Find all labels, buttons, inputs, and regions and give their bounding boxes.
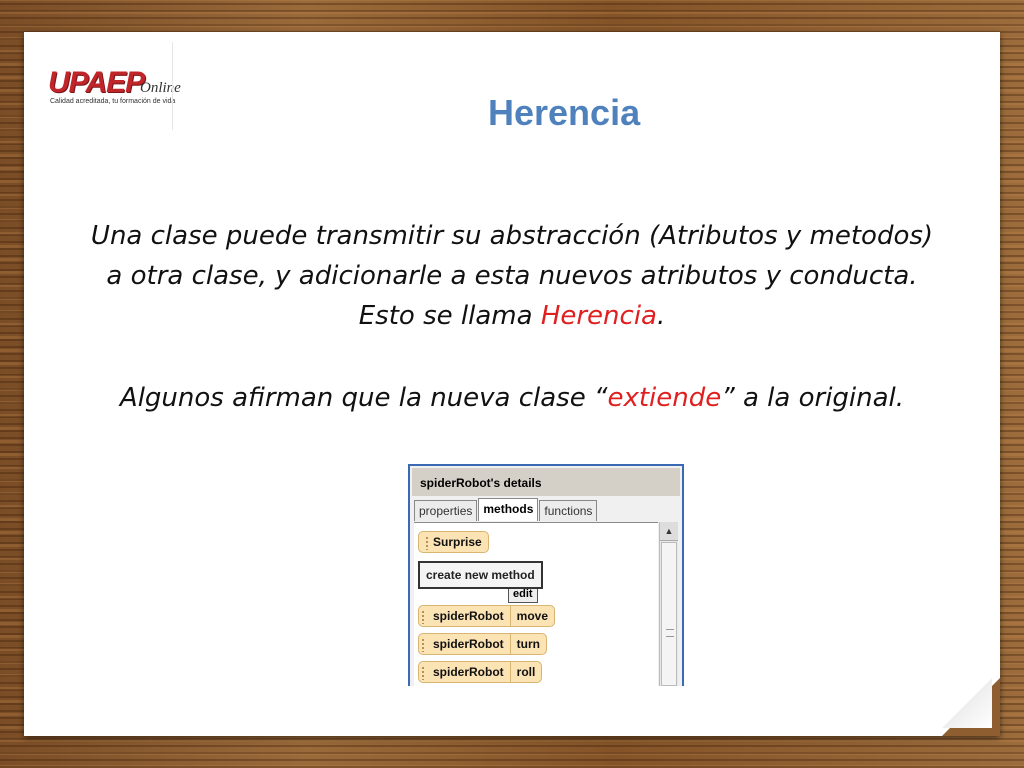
extends-end: ” a la original. [721,383,905,413]
paragraph-extends: Algunos afirman que la nueva clase “exti… [84,378,940,418]
method-name: move [516,609,549,623]
slide-title: Herencia [488,92,641,133]
method-object: spiderRobot [433,665,504,679]
details-header: spiderRobot's details [412,468,680,496]
method-tile-roll[interactable]: spiderRobot roll [418,661,543,683]
method-name: turn [516,637,540,651]
method-tile-turn[interactable]: spiderRobot turn [418,633,547,655]
logo-divider [172,42,173,130]
method-name: roll [516,665,536,679]
drag-handle-icon [421,637,425,652]
definition-highlight: Herencia [540,301,657,331]
definition-end: . [656,301,666,331]
tab-properties[interactable]: properties [414,500,478,521]
slide-body: Una clase puede transmitir su abstracció… [84,216,940,418]
upaep-logo: UPAEP Online Calidad acreditada, tu form… [48,66,198,126]
slide-paper: UPAEP Online Calidad acreditada, tu form… [24,32,1000,736]
create-new-method-button[interactable]: create new method [418,561,543,589]
methods-panel: Surprise edit create new method spiderRo… [414,522,658,686]
extends-highlight: extiende [607,383,722,413]
alice-details-screenshot: spiderRobot's details properties methods… [408,464,684,686]
definition-text: Una clase puede transmitir su abstracció… [90,221,934,331]
paragraph-definition: Una clase puede transmitir su abstracció… [84,216,940,336]
method-object: spiderRobot [433,637,504,651]
method-object: spiderRobot [433,609,504,623]
logo-tagline: Calidad acreditada, tu formación de vida [50,98,176,105]
surprise-method-tile[interactable]: Surprise [418,531,489,553]
grip-icon [666,629,674,637]
details-tabs: properties methods functions [414,498,598,522]
method-tile-move[interactable]: spiderRobot move [418,605,556,627]
tab-functions[interactable]: functions [539,500,598,521]
extends-text: Algunos afirman que la nueva clase “ [119,383,608,413]
tab-methods[interactable]: methods [478,498,539,521]
drag-handle-icon [421,609,425,624]
vertical-scrollbar[interactable]: ▲ [659,522,678,686]
logo-suffix: Online [140,80,181,96]
drag-handle-icon [421,665,425,680]
scroll-thumb[interactable] [661,542,677,686]
logo-brand: UPAEP [48,66,145,99]
scroll-up-arrow-icon[interactable]: ▲ [660,522,678,541]
drag-handle-icon [425,535,429,550]
surprise-method-label: Surprise [433,535,482,549]
